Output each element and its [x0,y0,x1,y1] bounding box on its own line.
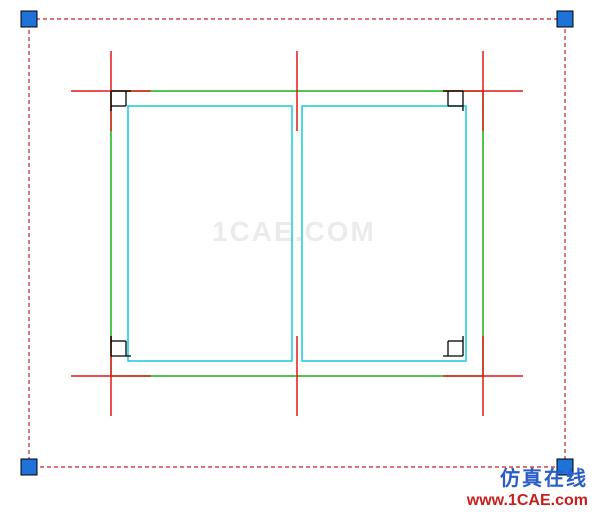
cad-canvas[interactable] [0,0,598,516]
selection-handle-2[interactable] [21,459,37,475]
inner-rectangle-1[interactable] [302,106,466,361]
branding-cn-text: 仿真在线 [467,467,588,491]
outer-rectangle[interactable] [111,91,483,376]
inner-rectangle-0[interactable] [128,106,292,361]
selection-handle-1[interactable] [557,11,573,27]
branding-url-text: www.1CAE.com [467,491,588,510]
branding-block: 仿真在线 www.1CAE.com [467,467,588,510]
selection-handle-0[interactable] [21,11,37,27]
